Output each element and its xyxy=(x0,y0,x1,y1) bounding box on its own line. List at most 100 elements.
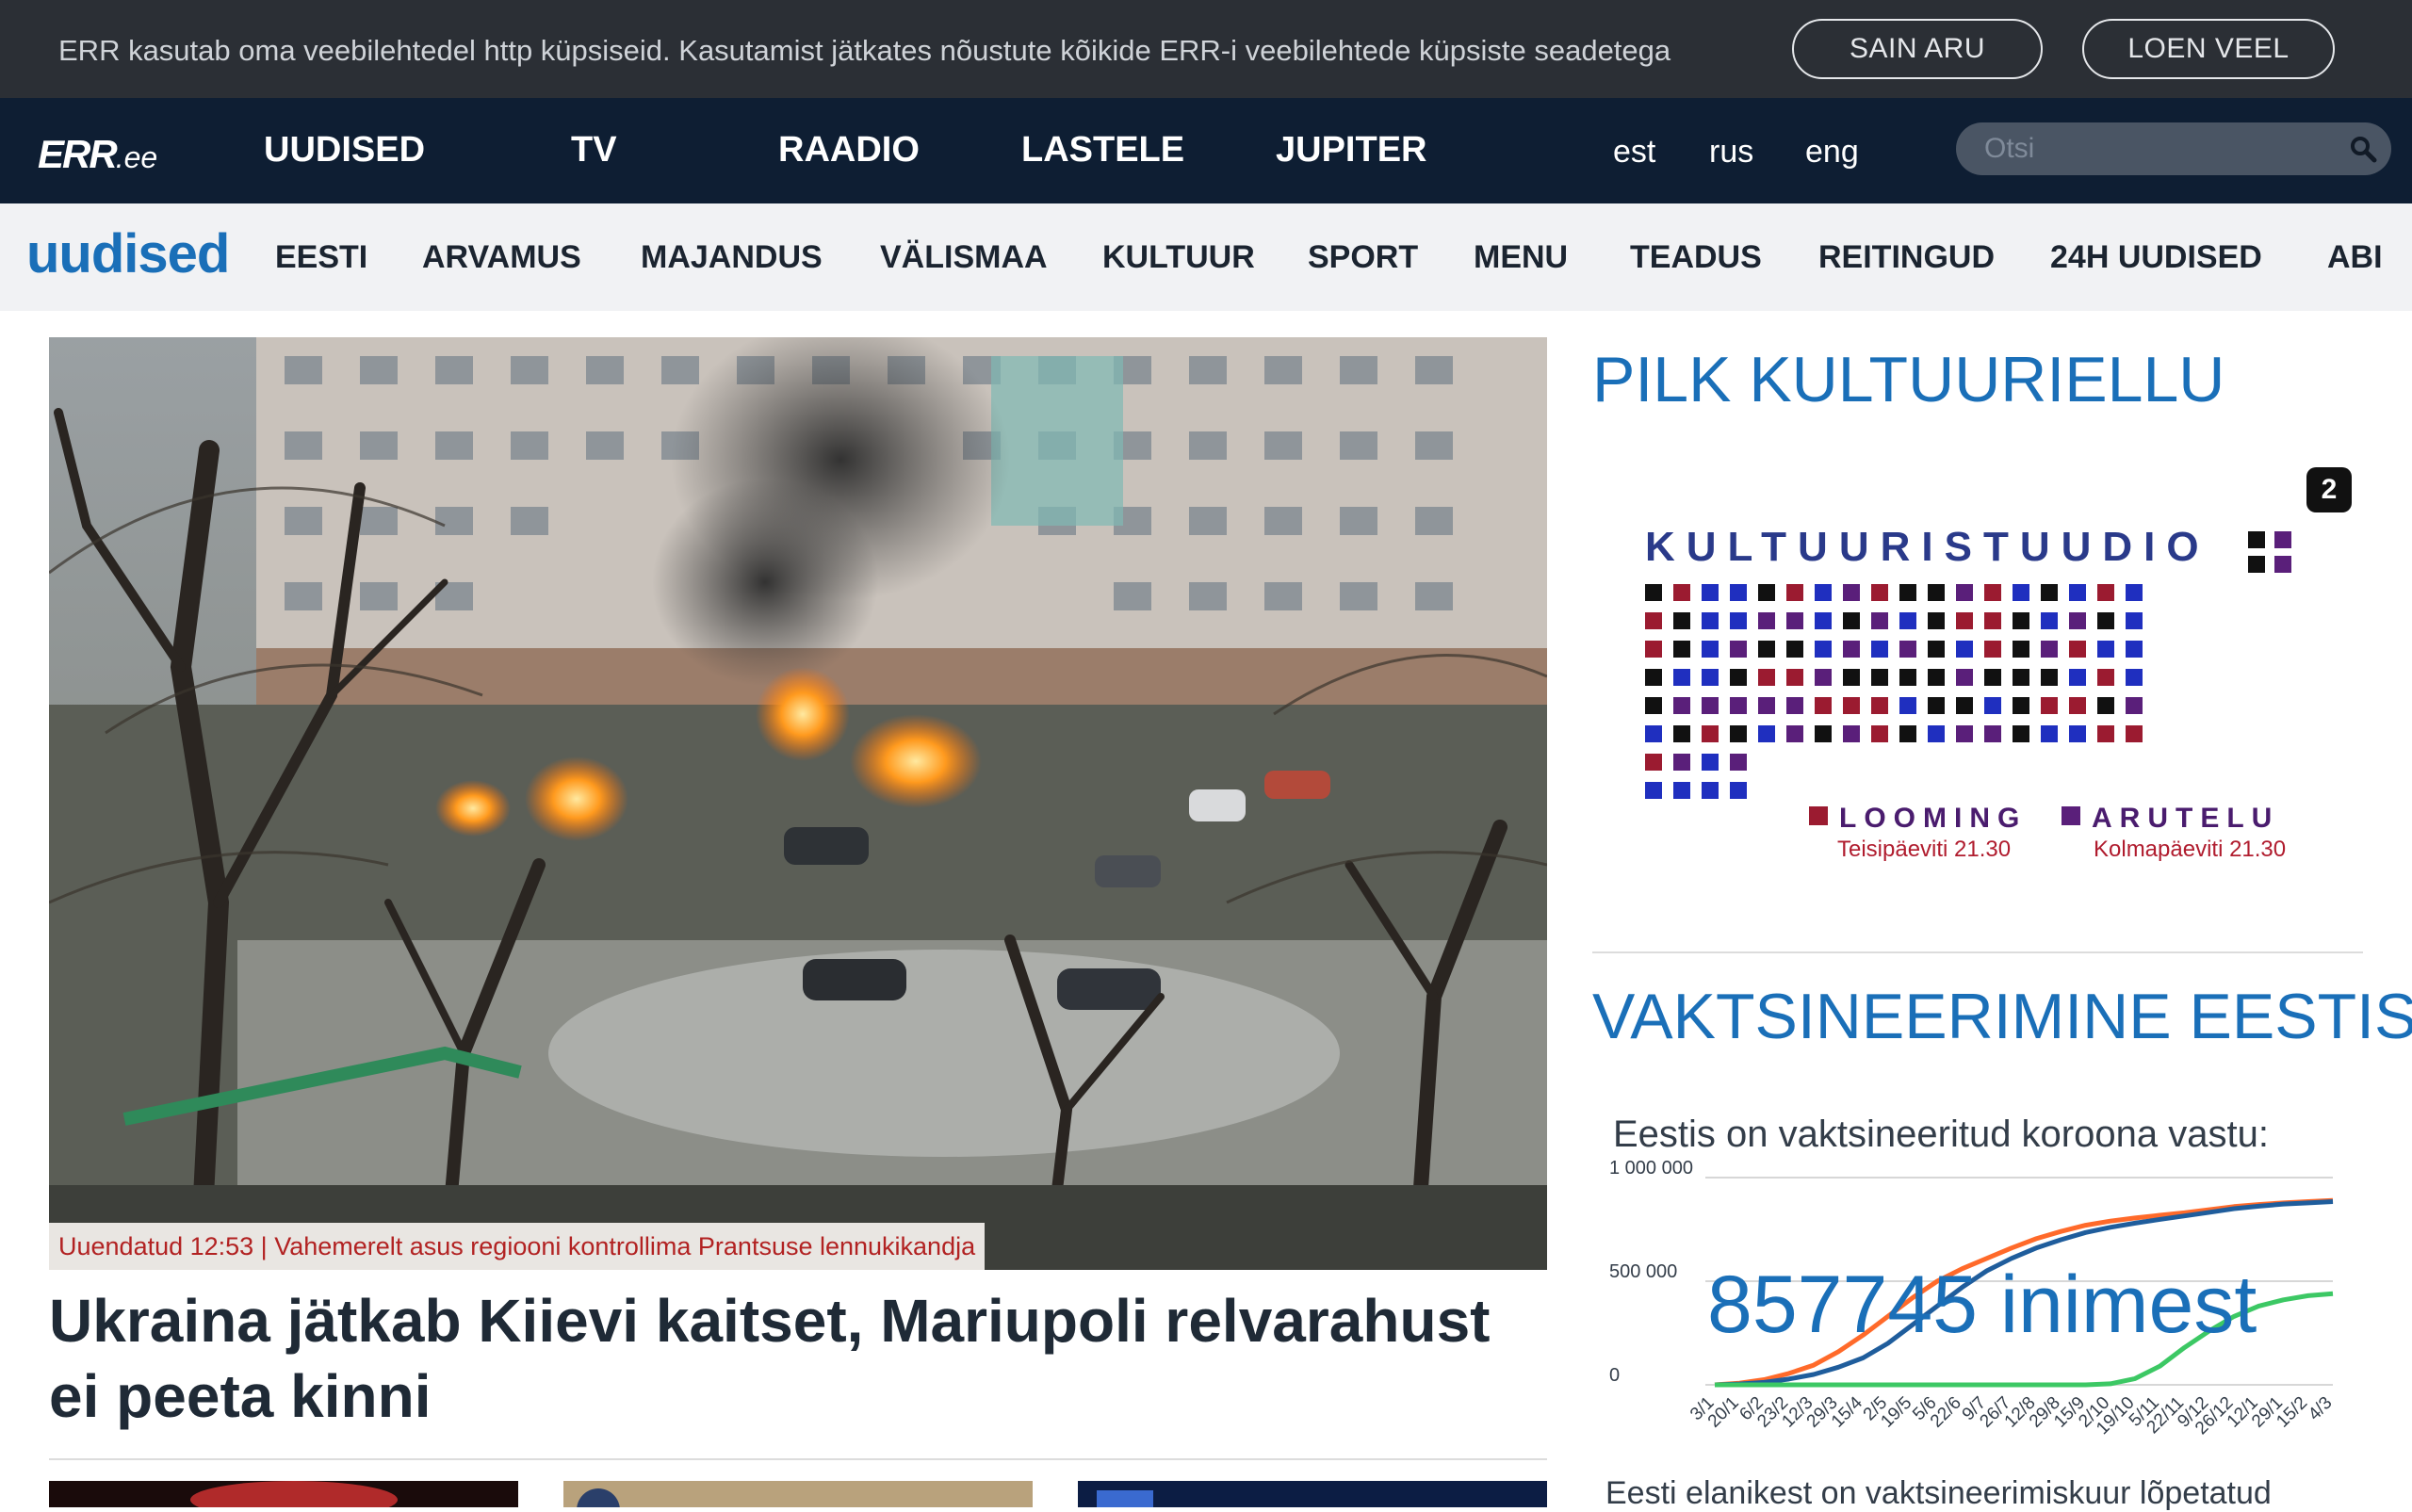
promo-grid-square xyxy=(1758,612,1775,629)
promo-grid-square xyxy=(1984,641,2001,658)
promo-grid-square xyxy=(1786,641,1803,658)
promo-grid-square xyxy=(1843,612,1860,629)
logo-main: ERR xyxy=(38,132,118,176)
promo-grid-square xyxy=(2126,584,2143,601)
section-navigation: uudised EESTI ARVAMUS MAJANDUS VÄLISMAA … xyxy=(0,203,2412,311)
promo-grid-square xyxy=(1984,697,2001,714)
subnav-item-menu[interactable]: MENU xyxy=(1474,239,1568,276)
promo-grid-square xyxy=(1758,697,1775,714)
promo-grid-square xyxy=(1843,584,1860,601)
promo-grid-square xyxy=(1815,725,1832,742)
promo-grid-square xyxy=(1815,641,1832,658)
subnav-item-abi[interactable]: ABI xyxy=(2327,239,2383,276)
search-icon[interactable] xyxy=(2348,134,2378,164)
promo-grid-square xyxy=(1984,669,2001,686)
topnav-item-lastele[interactable]: LASTELE xyxy=(1021,130,1184,171)
section-title[interactable]: uudised xyxy=(26,222,230,285)
subnav-item-reitingud[interactable]: REITINGUD xyxy=(1818,239,1995,276)
promo-grid-square xyxy=(1702,754,1719,771)
promo-grid-square xyxy=(1871,669,1888,686)
promo-grid-square xyxy=(1815,697,1832,714)
cookie-accept-button[interactable]: SAIN ARU xyxy=(1792,19,2043,79)
culture-section-title[interactable]: PILK KULTUURIELLU xyxy=(1592,343,2225,416)
promo-grid-square xyxy=(2069,697,2086,714)
headline-divider xyxy=(49,1458,1547,1460)
promo-heading-square xyxy=(2274,556,2291,573)
subnav-item-eesti[interactable]: EESTI xyxy=(275,239,367,276)
promo-grid-square xyxy=(2097,725,2114,742)
lang-est[interactable]: est xyxy=(1613,134,1655,171)
promo-grid-square xyxy=(1645,584,1662,601)
hero-article-image[interactable]: Uuendatud 12:53 | Vahemerelt asus regioo… xyxy=(49,337,1547,1270)
promo-grid-square xyxy=(1956,584,1973,601)
topnav-item-tv[interactable]: TV xyxy=(571,130,617,171)
promo-grid-square xyxy=(1984,584,2001,601)
promo-grid-square xyxy=(1786,725,1803,742)
hero-photo xyxy=(49,337,1547,1270)
promo-grid-square xyxy=(1928,725,1945,742)
promo-grid-square xyxy=(1984,725,2001,742)
top-navigation: ERR.ee UUDISED TV RAADIO LASTELE JUPITER… xyxy=(0,98,2412,203)
promo-grid-square xyxy=(2126,612,2143,629)
promo-grid-square xyxy=(2013,669,2029,686)
subnav-item-kultuur[interactable]: KULTUUR xyxy=(1102,239,1255,276)
topnav-item-jupiter[interactable]: JUPITER xyxy=(1276,130,1426,171)
thumbnail-article-2[interactable] xyxy=(563,1481,1033,1507)
promo-grid-square xyxy=(1758,584,1775,601)
promo-grid-square xyxy=(2097,697,2114,714)
lang-rus[interactable]: rus xyxy=(1709,134,1753,171)
thumbnail-article-3[interactable] xyxy=(1078,1481,1547,1507)
promo-grid-square xyxy=(1843,697,1860,714)
promo-grid-square xyxy=(1899,641,1916,658)
subnav-item-sport[interactable]: SPORT xyxy=(1308,239,1418,276)
vaccination-section-title[interactable]: VAKTSINEERIMINE EESTIS xyxy=(1592,980,2412,1053)
chart-y-tick-label: 0 xyxy=(1609,1365,1620,1386)
thumbnail-article-1[interactable] xyxy=(49,1481,518,1507)
subnav-item-24h-uudised[interactable]: 24H UUDISED xyxy=(2050,239,2262,276)
promo-grid-square xyxy=(1673,584,1690,601)
promo-grid-square xyxy=(2126,669,2143,686)
promo-grid-square xyxy=(1645,754,1662,771)
etv2-logo-icon: 2 xyxy=(2306,467,2352,512)
cookie-more-button[interactable]: LOEN VEEL xyxy=(2082,19,2335,79)
promo-grid-square xyxy=(1702,669,1719,686)
chart-x-tick-label: 4/3 xyxy=(2305,1393,2337,1425)
subnav-item-majandus[interactable]: MAJANDUS xyxy=(641,239,823,276)
promo-grid-square xyxy=(2041,641,2058,658)
subnav-item-teadus[interactable]: TEADUS xyxy=(1630,239,1762,276)
chart-y-tick-label: 500 000 xyxy=(1609,1261,1677,1282)
promo-grid-square xyxy=(1758,669,1775,686)
promo-heading-square xyxy=(2248,531,2265,548)
promo-grid-square xyxy=(1673,782,1690,799)
promo-grid-square xyxy=(1730,782,1747,799)
cookie-bar: ERR kasutab oma veebilehtedel http küpsi… xyxy=(0,0,2412,98)
promo-grid-square xyxy=(2041,612,2058,629)
promo-grid-square xyxy=(1956,669,1973,686)
subnav-item-valismaa[interactable]: VÄLISMAA xyxy=(880,239,1048,276)
promo-grid-square xyxy=(1673,697,1690,714)
promo-grid-square xyxy=(1871,697,1888,714)
promo-grid-square xyxy=(1702,584,1719,601)
promo-grid-square xyxy=(1730,754,1747,771)
search-input[interactable] xyxy=(1984,130,2342,168)
lang-eng[interactable]: eng xyxy=(1805,134,1859,171)
promo-label-arutelu: ARUTELU xyxy=(2092,803,2280,834)
err-logo[interactable]: ERR.ee xyxy=(38,132,157,177)
promo-label-square xyxy=(1809,806,1828,825)
promo-grid-square xyxy=(1956,697,1973,714)
vaccination-count: 857745 inimest xyxy=(1707,1260,2257,1350)
subnav-item-arvamus[interactable]: ARVAMUS xyxy=(422,239,581,276)
topnav-item-uudised[interactable]: UUDISED xyxy=(264,130,425,171)
promo-grid-square xyxy=(1956,725,1973,742)
promo-grid-square xyxy=(1899,612,1916,629)
vaccination-footer-text: Eesti elanikest on vaktsineerimiskuur lõ… xyxy=(1605,1475,2272,1511)
promo-grid-square xyxy=(1956,641,1973,658)
promo-grid-square xyxy=(1645,697,1662,714)
hero-caption: Uuendatud 12:53 | Vahemerelt asus regioo… xyxy=(49,1223,986,1270)
topnav-item-raadio[interactable]: RAADIO xyxy=(778,130,920,171)
hero-headline[interactable]: Ukraina jätkab Kiievi kaitset, Mariupoli… xyxy=(49,1283,1547,1434)
cookie-text: ERR kasutab oma veebilehtedel http küpsi… xyxy=(58,34,1671,67)
promo-grid-square xyxy=(1645,782,1662,799)
promo-grid-square xyxy=(2041,725,2058,742)
promo-grid-square xyxy=(1702,725,1719,742)
